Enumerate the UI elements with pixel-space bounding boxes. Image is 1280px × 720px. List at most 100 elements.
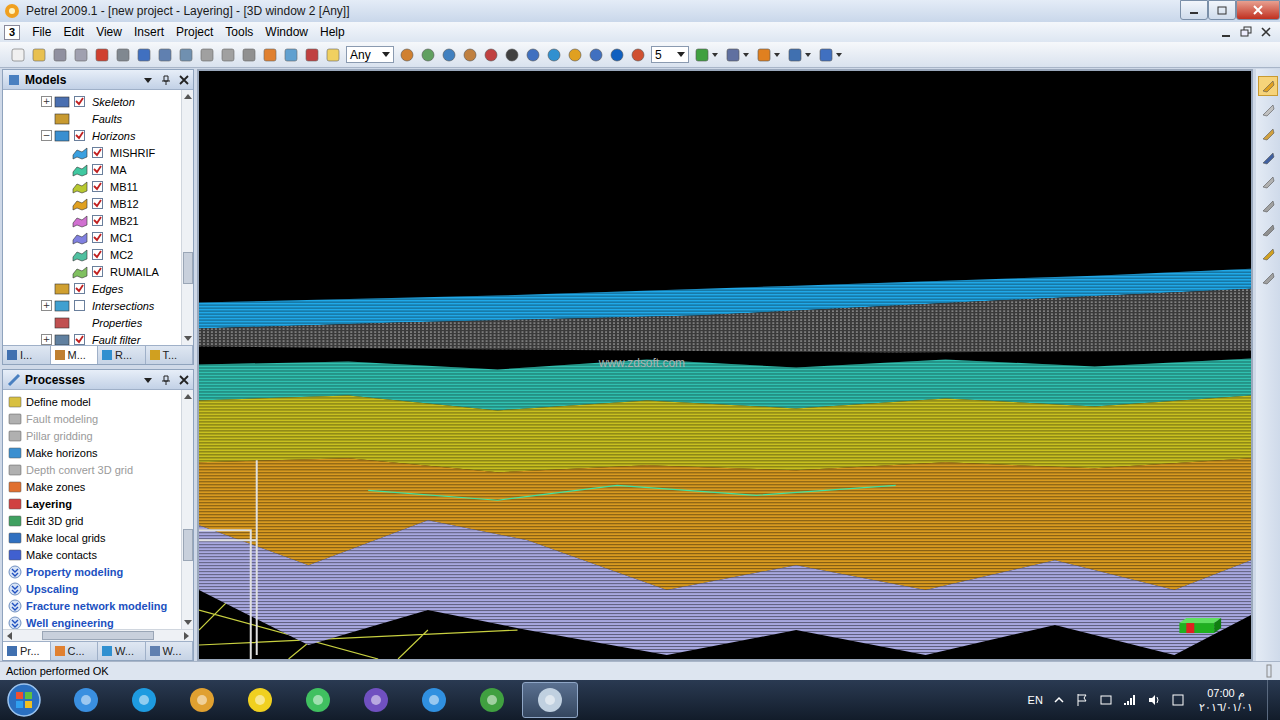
tree-item[interactable]: RUMAILA — [3, 263, 181, 280]
tree-item[interactable]: MB12 — [3, 195, 181, 212]
process-item[interactable]: Well engineering — [3, 614, 181, 629]
panel-tab[interactable]: M... — [51, 346, 99, 364]
restore-icon[interactable] — [1240, 26, 1252, 38]
tool-button-icon[interactable] — [1259, 197, 1277, 215]
process-item[interactable]: Property modeling — [3, 563, 181, 580]
taskbar-app[interactable] — [406, 682, 462, 718]
tree-item[interactable]: Properties — [3, 314, 181, 331]
taskbar-app[interactable] — [58, 682, 114, 718]
taskbar-app[interactable] — [522, 682, 578, 718]
taskbar-app[interactable] — [290, 682, 346, 718]
horizontal-scrollbar[interactable] — [3, 629, 193, 641]
toolbar-button-icon[interactable] — [115, 47, 131, 63]
panel-tab[interactable]: T... — [146, 346, 194, 364]
taskbar-app[interactable] — [348, 682, 404, 718]
close-icon[interactable] — [1260, 26, 1272, 38]
tree-item[interactable]: MB11 — [3, 178, 181, 195]
pin-icon[interactable] — [161, 75, 171, 85]
taskbar-app[interactable] — [174, 682, 230, 718]
process-item[interactable]: Layering — [3, 495, 181, 512]
toolbar-button-icon[interactable] — [567, 47, 583, 63]
process-item[interactable]: Fault modeling — [3, 410, 181, 427]
visibility-checkbox[interactable] — [74, 130, 85, 141]
taskbar-app[interactable] — [232, 682, 288, 718]
tree-item[interactable]: +Intersections — [3, 297, 181, 314]
tree-item[interactable]: MC1 — [3, 229, 181, 246]
dropdown-icon[interactable] — [143, 375, 153, 385]
document-menu-icon[interactable]: 3 — [4, 25, 20, 40]
tool-button-icon[interactable] — [1259, 269, 1277, 287]
tool-button-icon[interactable] — [1259, 221, 1277, 239]
panel-tab[interactable]: C... — [51, 642, 99, 660]
tree-item[interactable]: +Fault filter — [3, 331, 181, 345]
language-indicator[interactable]: EN — [1028, 694, 1043, 706]
toolbar-button-icon[interactable] — [694, 47, 720, 63]
visibility-checkbox[interactable] — [92, 249, 103, 260]
toolbar-button-icon[interactable] — [220, 47, 236, 63]
toolbar-button-icon[interactable] — [630, 47, 646, 63]
process-item[interactable]: Pillar gridding — [3, 427, 181, 444]
process-item[interactable]: Edit 3D grid — [3, 512, 181, 529]
toolbar-button-icon[interactable] — [94, 47, 110, 63]
tool-button-icon[interactable] — [1259, 101, 1277, 119]
show-desktop-button[interactable] — [1267, 680, 1280, 720]
scroll-thumb[interactable] — [183, 529, 193, 561]
toolbar-button-icon[interactable] — [31, 47, 47, 63]
device-icon[interactable] — [1099, 693, 1113, 707]
toolbar-button-icon[interactable] — [283, 47, 299, 63]
panel-tab[interactable]: I... — [3, 346, 51, 364]
visibility-checkbox[interactable] — [92, 266, 103, 277]
taskbar-app[interactable] — [464, 682, 520, 718]
toolbar-button-icon[interactable] — [10, 47, 26, 63]
process-item[interactable]: Make local grids — [3, 529, 181, 546]
taskbar-app[interactable] — [116, 682, 172, 718]
tree-item[interactable]: MC2 — [3, 246, 181, 263]
toolbar-button-icon[interactable] — [241, 47, 257, 63]
scroll-down-icon[interactable] — [184, 618, 192, 626]
toolbar-button-icon[interactable] — [483, 47, 499, 63]
tree-item[interactable]: Edges — [3, 280, 181, 297]
scroll-right-icon[interactable] — [182, 632, 190, 640]
toolbar-button-icon[interactable] — [73, 47, 89, 63]
close-icon[interactable] — [179, 75, 189, 85]
process-item[interactable]: Make zones — [3, 478, 181, 495]
menu-item[interactable]: Help — [314, 25, 351, 39]
toolbar-button-icon[interactable] — [399, 47, 415, 63]
visibility-checkbox[interactable] — [74, 334, 85, 345]
toolbar-button-icon[interactable] — [52, 47, 68, 63]
menu-item[interactable]: File — [26, 25, 57, 39]
menu-item[interactable]: View — [90, 25, 128, 39]
minimize-icon[interactable] — [1220, 26, 1232, 38]
visibility-checkbox[interactable] — [92, 147, 103, 158]
toolbar-button-icon[interactable] — [136, 47, 152, 63]
expander-button[interactable]: + — [41, 300, 52, 311]
tree-item[interactable]: Faults — [3, 110, 181, 127]
toolbar-button-icon[interactable] — [462, 47, 478, 63]
scroll-thumb[interactable] — [42, 631, 154, 640]
scroll-down-icon[interactable] — [184, 334, 192, 342]
toolbar-button-icon[interactable] — [787, 47, 813, 63]
toolbar-button-icon[interactable] — [546, 47, 562, 63]
tool-button-icon[interactable] — [1259, 149, 1277, 167]
toolbar-button-icon[interactable] — [609, 47, 625, 63]
process-item[interactable]: Define model — [3, 393, 181, 410]
process-scrollbar[interactable] — [181, 390, 193, 629]
menu-item[interactable]: Window — [259, 25, 314, 39]
toolbar-button-icon[interactable] — [325, 47, 341, 63]
start-button-icon[interactable] — [4, 680, 44, 720]
visibility-checkbox[interactable] — [92, 198, 103, 209]
toolbar-button-icon[interactable] — [756, 47, 782, 63]
clock[interactable]: 07:00 م٢٠١٦/٠١/٠١ — [1195, 686, 1257, 714]
process-item[interactable]: Depth convert 3D grid — [3, 461, 181, 478]
expander-button[interactable]: + — [41, 96, 52, 107]
minimize-button[interactable] — [1180, 0, 1208, 20]
toolbar-button-icon[interactable] — [818, 47, 844, 63]
expander-button[interactable]: + — [41, 334, 52, 345]
panel-tab[interactable]: Pr... — [3, 642, 51, 660]
toolbar-button-icon[interactable] — [178, 47, 194, 63]
signal-icon[interactable] — [1123, 693, 1137, 707]
visibility-checkbox[interactable] — [92, 181, 103, 192]
filter-dropdown[interactable]: Any — [346, 46, 394, 63]
menu-item[interactable]: Insert — [128, 25, 170, 39]
toolbar-button-icon[interactable] — [304, 47, 320, 63]
